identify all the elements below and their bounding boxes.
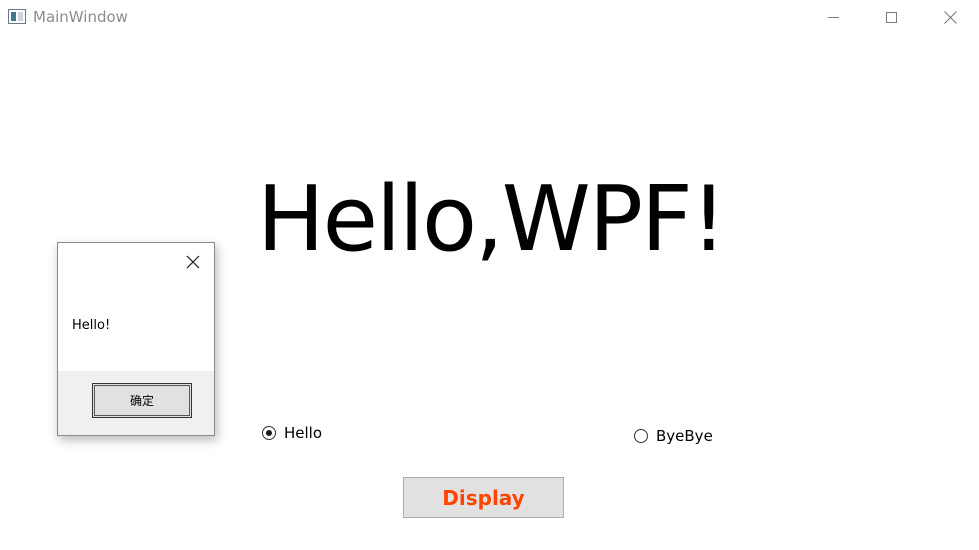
close-window-button[interactable] <box>921 0 979 34</box>
headline-text: Hello,WPF! <box>257 167 727 272</box>
radio-byebye[interactable]: ByeBye <box>634 427 713 445</box>
window-app-icon <box>8 9 26 24</box>
main-window: MainWindow Hello,WPF! Hello ByeBye Displ… <box>0 0 979 550</box>
display-button[interactable]: Display <box>403 477 564 518</box>
window-title: MainWindow <box>33 8 128 26</box>
radio-button-checked[interactable] <box>262 426 276 440</box>
radio-hello[interactable]: Hello <box>262 424 322 442</box>
minimize-icon <box>827 16 839 18</box>
message-box-close-button[interactable] <box>182 251 204 273</box>
ok-button[interactable]: 确定 <box>92 383 192 418</box>
message-box-footer: 确定 <box>58 371 214 435</box>
message-box-dialog: Hello! 确定 <box>57 242 215 436</box>
maximize-button[interactable] <box>862 0 920 34</box>
close-icon <box>943 10 957 24</box>
radio-hello-label[interactable]: Hello <box>284 424 322 442</box>
radio-dot <box>266 430 272 436</box>
message-text: Hello! <box>72 318 111 333</box>
radio-byebye-label[interactable]: ByeBye <box>656 427 713 445</box>
minimize-button[interactable] <box>804 0 862 34</box>
radio-button-unchecked[interactable] <box>634 429 648 443</box>
title-bar[interactable]: MainWindow <box>0 0 979 34</box>
maximize-icon <box>885 11 897 23</box>
close-icon <box>186 255 200 269</box>
